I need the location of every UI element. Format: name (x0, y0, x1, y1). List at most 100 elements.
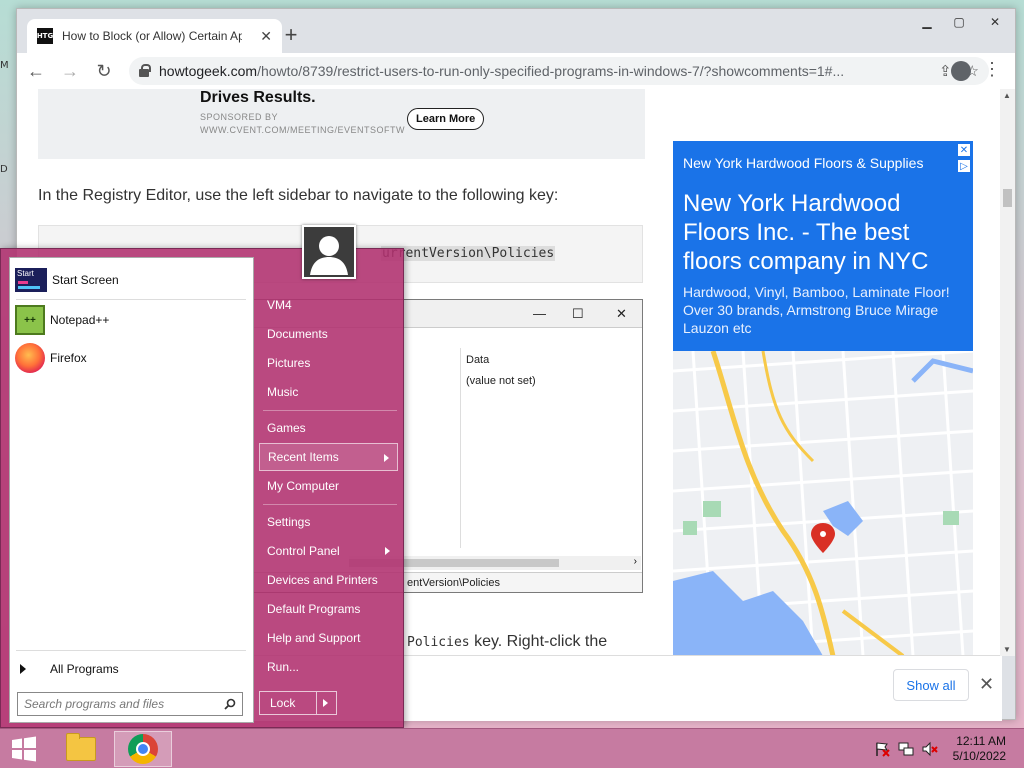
start-item-control-panel[interactable]: Control Panel (259, 537, 398, 565)
taskbar-clock[interactable]: 12:11 AM 5/10/2022 (953, 734, 1006, 764)
tab-active[interactable]: HTG How to Block (or Allow) Certain Appl… (27, 19, 282, 53)
desktop-icon-partial[interactable]: M (0, 60, 10, 74)
maximize-button[interactable]: ▢ (943, 9, 975, 35)
share-icon[interactable]: ⇪ (939, 62, 952, 80)
profile-avatar-icon[interactable] (951, 61, 971, 81)
start-item-label: Music (267, 385, 299, 399)
search-box[interactable] (17, 692, 243, 716)
lock-label: Lock (270, 696, 296, 710)
start-item-devices-and-printers[interactable]: Devices and Printers (259, 566, 398, 594)
program-start-screen[interactable]: Start Start Screen (10, 262, 255, 298)
start-item-games[interactable]: Games (259, 414, 398, 442)
user-avatar[interactable] (302, 225, 356, 279)
side-ad[interactable]: ✕ ▷ New York Hardwood Floors & Supplies … (673, 141, 973, 656)
reload-button[interactable]: ↻ (89, 56, 119, 86)
start-item-label: Help and Support (267, 631, 361, 645)
start-menu-programs-pane: Start Start Screen ++ Notepad++ Firefox … (9, 257, 254, 723)
start-icon-text: Start (17, 269, 34, 278)
url-host: howtogeek.com (159, 63, 258, 79)
start-item-label: Control Panel (267, 544, 340, 558)
data-column-header: Data (466, 354, 490, 366)
network-icon[interactable] (898, 741, 914, 757)
forward-button[interactable]: → (55, 56, 85, 86)
all-programs-button[interactable]: All Programs (10, 656, 255, 682)
minimize-icon: — (533, 306, 546, 321)
ad-close-icon[interactable]: ✕ (957, 143, 971, 157)
registry-value: (value not set) (466, 375, 536, 387)
ad-sponsored-label: SPONSORED BY (200, 112, 279, 122)
scroll-up-icon[interactable]: ▲ (1003, 91, 1011, 100)
separator (263, 410, 397, 411)
tab-title: How to Block (or Allow) Certain Applicat… (62, 29, 242, 43)
start-item-documents[interactable]: Documents (259, 320, 398, 348)
separator (16, 650, 246, 651)
start-item-run[interactable]: Run... (259, 653, 398, 681)
power-options-arrow-icon[interactable] (323, 699, 328, 707)
start-item-pictures[interactable]: Pictures (259, 349, 398, 377)
url-text[interactable]: howtogeek.com/howto/8739/restrict-users-… (159, 63, 879, 79)
firefox-icon (15, 343, 45, 373)
banner-ad[interactable]: Drives Results. SPONSORED BY WWW.CVENT.C… (38, 89, 645, 159)
back-button[interactable]: ← (21, 56, 51, 86)
lock-button[interactable]: Lock (259, 691, 337, 715)
start-item-label: Settings (267, 515, 311, 529)
start-item-help-and-support[interactable]: Help and Support (259, 624, 398, 652)
search-input[interactable] (24, 697, 214, 711)
taskbar: 12:11 AM 5/10/2022 (0, 728, 1024, 768)
vertical-scrollbar[interactable]: ▲ ▼ (1000, 89, 1015, 656)
download-bar-close-icon[interactable]: ✕ (979, 674, 994, 695)
scroll-down-icon[interactable]: ▼ (1003, 645, 1011, 654)
chrome-menu-icon[interactable]: ⋮ (983, 59, 1001, 80)
tab-close-icon[interactable]: ✕ (260, 28, 272, 45)
start-screen-icon: Start (15, 268, 47, 292)
taskbar-chrome[interactable] (114, 731, 172, 767)
user-silhouette-icon (304, 227, 354, 277)
inline-code: Policies (407, 635, 470, 650)
action-center-flag-icon[interactable] (874, 741, 890, 757)
search-icon[interactable] (224, 698, 236, 710)
clock-date: 5/10/2022 (952, 749, 1006, 763)
start-item-default-programs[interactable]: Default Programs (259, 595, 398, 623)
show-all-button[interactable]: Show all (893, 669, 969, 701)
scroll-right-icon: › (633, 556, 637, 567)
address-bar[interactable]: howtogeek.com/howto/8739/restrict-users-… (129, 57, 989, 85)
paragraph-text: key. Right-click the (469, 633, 608, 650)
start-item-settings[interactable]: Settings (259, 508, 398, 536)
maximize-icon: ☐ (572, 306, 584, 321)
divider (316, 692, 317, 714)
chrome-icon (128, 734, 158, 764)
program-label: Notepad++ (50, 313, 110, 327)
start-item-my-computer[interactable]: My Computer (259, 472, 398, 500)
new-tab-button[interactable]: + (279, 22, 303, 47)
start-item-recent-items[interactable]: Recent Items (259, 443, 398, 471)
start-menu: Start Start Screen ++ Notepad++ Firefox … (0, 225, 404, 728)
start-item-music[interactable]: Music (259, 378, 398, 406)
learn-more-button[interactable]: Learn More (407, 108, 485, 130)
ad-headline: Drives Results. (200, 89, 316, 106)
ad-sponsored: SPONSORED BY WWW.CVENT.COM/MEETING/EVENT… (200, 111, 405, 137)
start-item-label: Default Programs (267, 602, 361, 616)
article-paragraph: In the Registry Editor, use the left sid… (38, 187, 559, 204)
ad-info-icon[interactable]: ▷ (957, 159, 971, 173)
program-notepad-plus-plus[interactable]: ++ Notepad++ (10, 302, 255, 338)
windows-logo-icon (12, 736, 36, 762)
minimize-button[interactable]: ▁ (911, 9, 943, 35)
close-window-button[interactable]: ✕ (975, 9, 1015, 35)
start-item-label: VM4 (267, 298, 292, 312)
program-firefox[interactable]: Firefox (10, 340, 255, 376)
volume-muted-icon[interactable] (922, 741, 938, 757)
lock-icon[interactable] (139, 64, 151, 78)
scroll-thumb[interactable] (1003, 189, 1012, 207)
desktop-icon-partial[interactable]: D (0, 164, 10, 178)
column-separator (460, 348, 461, 548)
expand-arrow-icon (20, 664, 26, 674)
ad-map[interactable] (673, 351, 973, 656)
system-tray (874, 741, 938, 757)
taskbar-file-explorer[interactable] (52, 731, 110, 767)
start-item-vm4[interactable]: VM4 (259, 291, 398, 319)
ad-choices[interactable]: ✕ ▷ (957, 143, 971, 177)
submenu-arrow-icon (385, 547, 390, 555)
ad-title: New York Hardwood Floors Inc. - The best… (683, 190, 929, 275)
tab-strip: HTG How to Block (or Allow) Certain Appl… (17, 9, 1015, 53)
start-button[interactable] (0, 729, 48, 768)
